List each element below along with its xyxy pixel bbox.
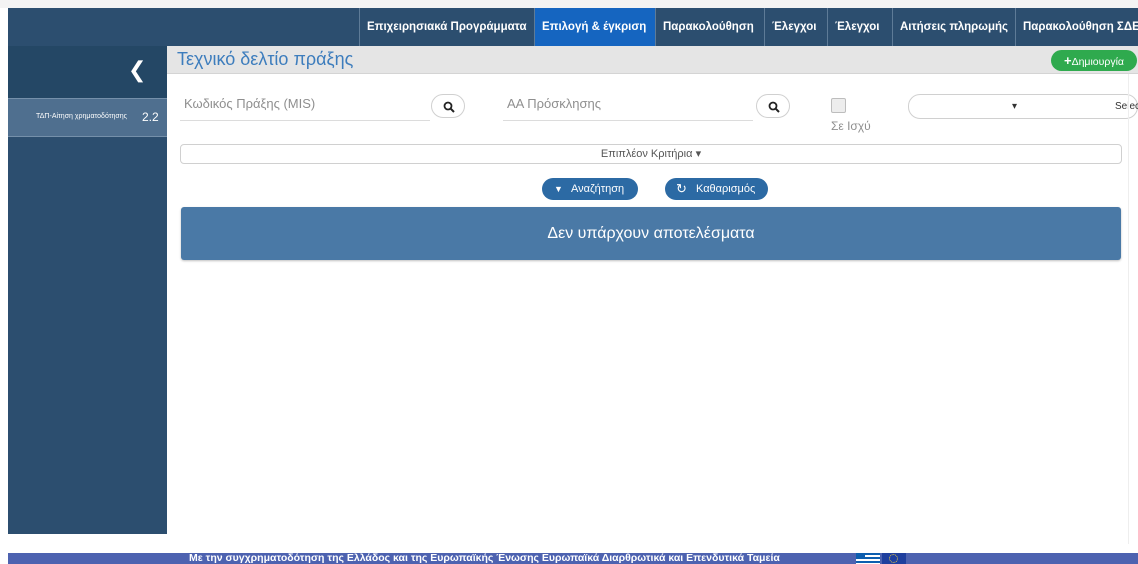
results-panel: Δεν υπάρχουν αποτελέσματα <box>181 207 1121 260</box>
search-icon <box>768 101 780 113</box>
create-button-label: Δημιουργία <box>1071 56 1125 68</box>
top-navigation: Επιχειρησιακά Προγράμματα Επιλογή & έγκρ… <box>8 8 1138 46</box>
nav-monitoring-sde[interactable]: Παρακολούθηση ΣΔΕ <box>1015 8 1138 46</box>
eu-flag-icon <box>882 553 906 564</box>
nav-checks-2[interactable]: Έλεγχοι <box>827 8 892 46</box>
chevron-left-icon: ❮ <box>128 58 147 83</box>
mis-code-field[interactable] <box>180 120 430 121</box>
mis-code-label: Κωδικός Πράξης (MIS) <box>184 96 316 111</box>
nav-checks-1[interactable]: Έλεγχοι <box>764 8 827 46</box>
footer: Με την συγχρηματοδότηση της Ελλάδος και … <box>8 553 1138 564</box>
sidebar-item-label: ΤΔΠ-Αίτηση χρηματοδότησης <box>36 113 127 120</box>
sidebar-collapse-button[interactable]: ❮ <box>8 46 167 98</box>
clear-button-label: Καθαρισμός <box>696 183 756 195</box>
nav-selection-approval[interactable]: Επιλογή & έγκριση <box>534 8 655 46</box>
empty-results-message: Δεν υπάρχουν αποτελέσματα <box>547 225 755 242</box>
search-icon <box>443 101 455 113</box>
caret-down-icon: ▾ <box>1012 101 1018 112</box>
refresh-icon: ↻ <box>676 181 687 196</box>
page-header: Τεχνικό δελτίο πράξης +Δημιουργία <box>167 46 1138 74</box>
sidebar: ❮ ΤΔΠ-Αίτηση χρηματοδότησης 2.2 <box>8 46 167 534</box>
greek-flag-icon <box>856 553 880 564</box>
triangle-down-icon: ▼ <box>554 184 563 194</box>
call-number-field[interactable] <box>503 120 753 121</box>
page-title: Τεχνικό δελτίο πράξης <box>177 49 354 69</box>
search-button[interactable]: ▼ Αναζήτηση <box>542 178 638 200</box>
status-select[interactable]: Select ▾ <box>908 94 1138 119</box>
plus-icon: + <box>1063 53 1072 68</box>
call-number-label: ΑΑ Πρόσκλησης <box>507 96 602 111</box>
clear-button[interactable]: ↻ Καθαρισμός <box>665 178 768 200</box>
nav-operational-programs[interactable]: Επιχειρησιακά Προγράμματα <box>359 8 534 46</box>
sidebar-item-funding-application[interactable]: ΤΔΠ-Αίτηση χρηματοδότησης 2.2 <box>8 98 167 137</box>
top-strip <box>0 0 1138 8</box>
active-checkbox-label: Σε Ισχύ <box>831 119 871 133</box>
more-criteria-label: Επιπλέον Κριτήρια <box>600 148 693 160</box>
mis-search-button[interactable] <box>431 94 465 118</box>
call-search-button[interactable] <box>756 94 790 118</box>
scrollbar-track[interactable] <box>1128 74 1129 544</box>
search-button-label: Αναζήτηση <box>571 183 625 195</box>
more-criteria-toggle[interactable]: Επιπλέον Κριτήρια ▾ <box>180 144 1122 164</box>
create-button[interactable]: +Δημιουργία <box>1051 50 1137 71</box>
caret-down-icon: ▾ <box>695 148 702 160</box>
footer-text: Με την συγχρηματοδότηση της Ελλάδος και … <box>189 553 780 564</box>
nav-payment-requests[interactable]: Αιτήσεις πληρωμής <box>892 8 1015 46</box>
sidebar-item-number: 2.2 <box>142 110 159 124</box>
nav-monitoring[interactable]: Παρακολούθηση <box>655 8 764 46</box>
select-value: Select <box>1115 101 1138 112</box>
active-checkbox[interactable] <box>831 98 846 113</box>
